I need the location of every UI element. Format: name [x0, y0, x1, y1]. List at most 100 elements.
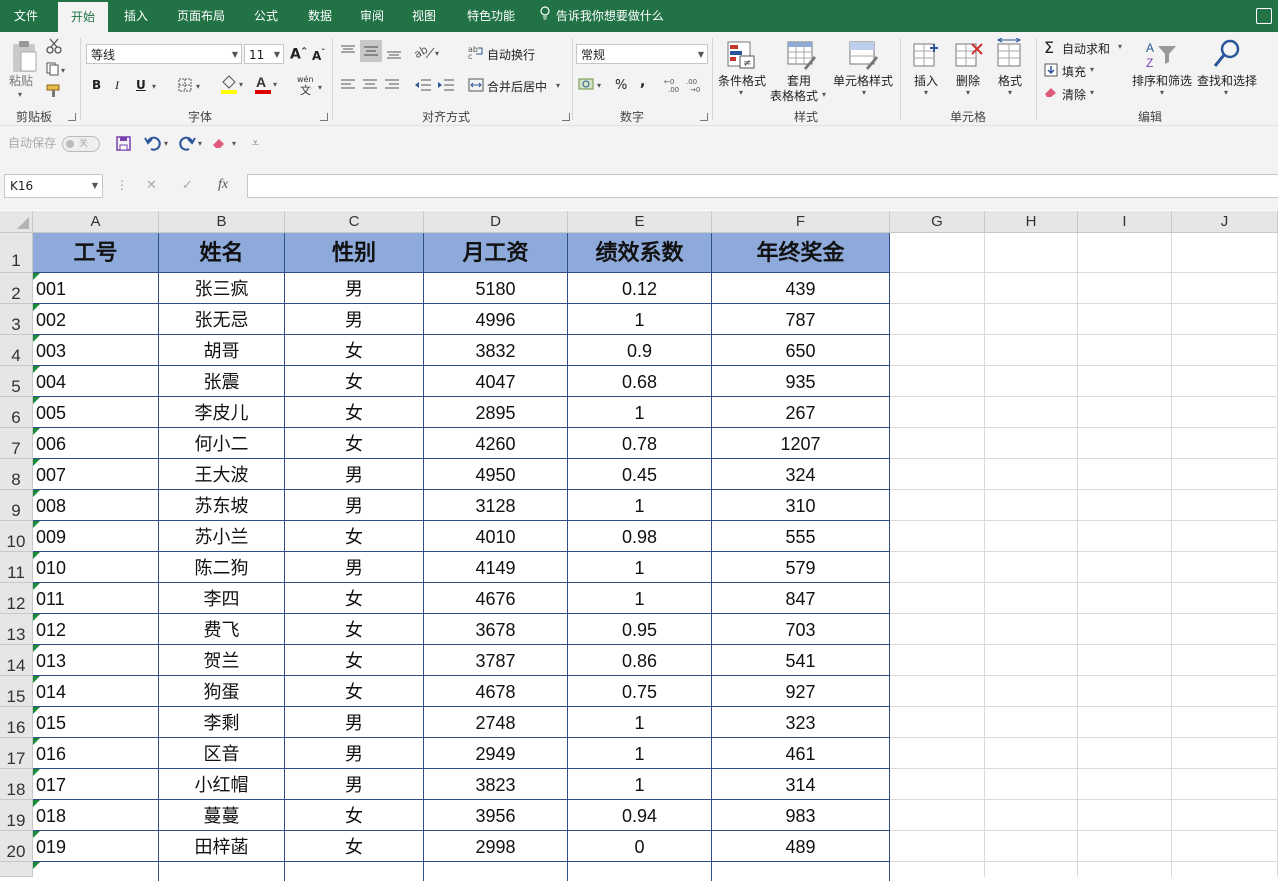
clear-label[interactable]: 清除 — [1062, 86, 1086, 103]
row-header[interactable]: 3 — [0, 304, 33, 335]
table-cell[interactable]: 489 — [712, 831, 890, 862]
align-bottom-icon[interactable] — [386, 46, 402, 63]
table-cell[interactable]: 女 — [285, 645, 424, 676]
align-left-icon[interactable] — [340, 78, 356, 95]
table-cell[interactable]: 4950 — [424, 459, 568, 490]
table-cell[interactable] — [712, 862, 890, 881]
table-cell[interactable]: 3787 — [424, 645, 568, 676]
row-header[interactable]: 12 — [0, 583, 33, 614]
table-cell[interactable]: 324 — [712, 459, 890, 490]
table-cell[interactable]: 2895 — [424, 397, 568, 428]
table-cell[interactable]: 4149 — [424, 552, 568, 583]
column-header-i[interactable]: I — [1078, 211, 1172, 233]
format-painter-icon[interactable] — [46, 84, 62, 101]
row-header[interactable]: 20 — [0, 831, 33, 862]
alignment-launcher-icon[interactable] — [562, 113, 570, 121]
name-box[interactable]: K16 ▼ — [4, 174, 103, 198]
table-cell[interactable]: 019 — [33, 831, 159, 862]
fill-label[interactable]: 填充 — [1062, 63, 1086, 80]
table-cell[interactable]: 1 — [568, 707, 712, 738]
table-cell[interactable]: 1 — [568, 738, 712, 769]
table-cell[interactable]: 男 — [285, 707, 424, 738]
column-header-d[interactable]: D — [424, 211, 568, 233]
table-cell[interactable]: 3956 — [424, 800, 568, 831]
enter-edit-button[interactable]: ✓ — [182, 178, 193, 193]
row-header[interactable]: 7 — [0, 428, 33, 459]
table-cell[interactable]: 014 — [33, 676, 159, 707]
table-cell[interactable]: 3832 — [424, 335, 568, 366]
percent-button[interactable]: % — [615, 78, 627, 93]
row-header[interactable]: 16 — [0, 707, 33, 738]
grow-font-icon[interactable]: A^ — [290, 46, 308, 63]
table-cell[interactable]: 555 — [712, 521, 890, 552]
column-header-e[interactable]: E — [568, 211, 712, 233]
insert-dropdown-icon[interactable]: ▾ — [924, 88, 928, 97]
format-cells-label[interactable]: 格式 — [998, 72, 1022, 89]
shrink-font-icon[interactable]: Aˇ — [312, 48, 325, 63]
table-cell[interactable]: 1207 — [712, 428, 890, 459]
tell-me-search[interactable]: 告诉我你想要做什么 — [540, 0, 664, 32]
table-cell[interactable]: 男 — [285, 304, 424, 335]
table-cell[interactable]: 983 — [712, 800, 890, 831]
table-cell[interactable]: 267 — [712, 397, 890, 428]
cancel-edit-button[interactable]: ✕ — [146, 178, 157, 193]
column-header-j[interactable]: J — [1172, 211, 1278, 233]
table-cell[interactable]: 男 — [285, 273, 424, 304]
table-cell[interactable]: 张三疯 — [159, 273, 285, 304]
table-cell[interactable]: 1 — [568, 583, 712, 614]
table-cell[interactable]: 李剩 — [159, 707, 285, 738]
autosum-icon[interactable]: Σ — [1044, 38, 1054, 57]
table-cell[interactable]: 女 — [285, 800, 424, 831]
table-cell[interactable]: 女 — [285, 676, 424, 707]
insert-cells-label[interactable]: 插入 — [914, 72, 938, 89]
table-cell[interactable]: 0.94 — [568, 800, 712, 831]
table-cell[interactable]: 苏小兰 — [159, 521, 285, 552]
font-size-combo[interactable]: 11 ▼ — [244, 44, 284, 64]
table-cell[interactable]: 男 — [285, 490, 424, 521]
bold-button[interactable]: B — [92, 78, 101, 92]
row-header[interactable]: 19 — [0, 800, 33, 831]
table-cell[interactable]: 008 — [33, 490, 159, 521]
table-cell[interactable]: 0.78 — [568, 428, 712, 459]
table-cell[interactable]: 0.95 — [568, 614, 712, 645]
customize-qat-icon[interactable]: ⩡ — [252, 136, 259, 151]
cell-styles-dropdown-icon[interactable]: ▾ — [862, 88, 866, 97]
fill-down-icon[interactable] — [1044, 63, 1058, 80]
table-cell[interactable]: 4996 — [424, 304, 568, 335]
insert-cells-icon[interactable] — [912, 40, 940, 73]
table-cell[interactable]: 1 — [568, 769, 712, 800]
find-select-dropdown-icon[interactable]: ▾ — [1224, 88, 1228, 97]
table-cell[interactable]: 区音 — [159, 738, 285, 769]
sort-filter-label[interactable]: 排序和筛选 — [1132, 72, 1192, 89]
table-cell[interactable]: 017 — [33, 769, 159, 800]
table-cell[interactable]: 女 — [285, 366, 424, 397]
table-cell[interactable]: 男 — [285, 738, 424, 769]
table-cell[interactable] — [424, 862, 568, 881]
table-cell[interactable]: 0.68 — [568, 366, 712, 397]
table-cell[interactable]: 016 — [33, 738, 159, 769]
column-header-h[interactable]: H — [985, 211, 1078, 233]
table-cell[interactable]: 4260 — [424, 428, 568, 459]
eraser-icon[interactable]: ▾ — [212, 136, 240, 153]
table-cell[interactable]: 何小二 — [159, 428, 285, 459]
underline-button[interactable]: U — [136, 78, 146, 92]
row-header[interactable]: 9 — [0, 490, 33, 521]
table-cell[interactable]: 2748 — [424, 707, 568, 738]
table-cell[interactable]: 847 — [712, 583, 890, 614]
table-cell[interactable]: 张无忌 — [159, 304, 285, 335]
row-header[interactable]: 2 — [0, 273, 33, 304]
format-as-table-label-2[interactable]: 表格格式 — [770, 87, 818, 104]
align-right-icon[interactable] — [384, 78, 400, 95]
table-cell[interactable]: 579 — [712, 552, 890, 583]
table-cell[interactable] — [285, 862, 424, 881]
table-cell[interactable]: 3128 — [424, 490, 568, 521]
format-cells-icon[interactable] — [996, 37, 1024, 73]
conditional-format-icon[interactable]: ≠ — [726, 40, 756, 73]
delete-dropdown-icon[interactable]: ▾ — [966, 88, 970, 97]
tab-data[interactable]: 数据 — [296, 0, 344, 32]
decrease-decimal-icon[interactable]: .00 →0 — [686, 76, 706, 97]
row-header[interactable]: 13 — [0, 614, 33, 645]
sort-filter-icon[interactable]: AZ — [1144, 40, 1178, 73]
table-cell[interactable]: 4678 — [424, 676, 568, 707]
table-cell[interactable]: 461 — [712, 738, 890, 769]
